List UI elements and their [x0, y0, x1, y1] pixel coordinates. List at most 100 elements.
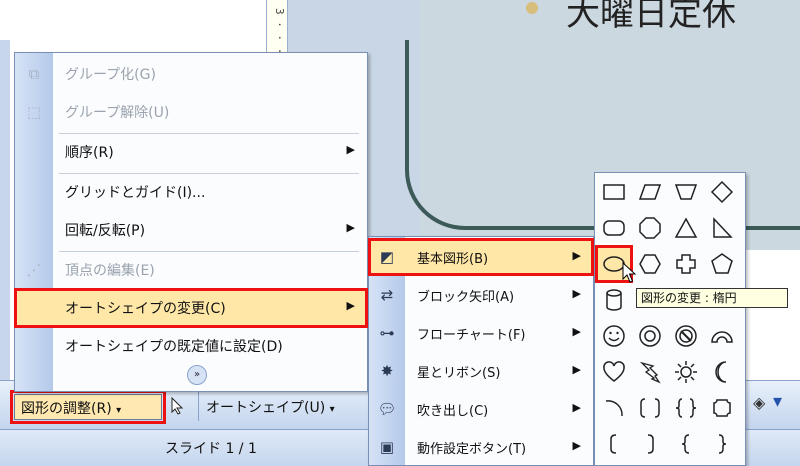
left-brace-shape[interactable] — [669, 427, 703, 461]
cross-icon — [676, 254, 696, 274]
menu-item-grid-guides[interactable]: グリッドとガイド(I)... — [15, 173, 367, 211]
submenu-arrow-icon: ▶ — [346, 221, 355, 234]
can-shape[interactable] — [597, 283, 631, 317]
double-chevron-down-icon[interactable]: » — [187, 365, 207, 385]
triangle-shape[interactable] — [669, 211, 703, 245]
rounded-rectangle-shape[interactable] — [597, 211, 631, 245]
submenu-item-basic-shapes[interactable]: ◩ 基本図形(B) ▶ — [368, 238, 594, 276]
shape-tooltip: 図形の変更 : 楕円 — [636, 288, 788, 308]
right-triangle-icon — [713, 217, 733, 238]
ungroup-icon: ⬚ — [26, 103, 42, 121]
right-brace-icon — [718, 434, 727, 454]
submenu-arrow-icon: ▶ — [572, 363, 581, 376]
right-triangle-shape[interactable] — [705, 211, 739, 245]
submenu-arrow-icon: ▶ — [572, 401, 581, 414]
slide-counter: スライド 1 / 1 — [165, 441, 257, 457]
pentagon-icon — [711, 253, 733, 274]
no-symbol-shape[interactable] — [669, 319, 703, 353]
submenu-item-stars-ribbons[interactable]: ✸ 星とリボン(S) ▶ — [369, 353, 593, 389]
pentagon-shape[interactable] — [705, 247, 739, 281]
pointer-icon — [171, 396, 184, 415]
hexagon-shape[interactable] — [633, 247, 667, 281]
smiley-face-icon — [603, 325, 625, 347]
submenu-arrow-icon: ▶ — [572, 249, 581, 262]
arc-shape[interactable] — [597, 391, 631, 425]
caret-down-icon: ▾ — [329, 404, 335, 415]
moon-shape[interactable] — [705, 355, 739, 389]
menu-item-group[interactable]: ⧉ グループ化(G) — [15, 55, 367, 93]
callouts-icon: 💬︎ — [377, 400, 397, 418]
mouse-cursor-icon — [622, 262, 636, 283]
lightning-bolt-icon — [639, 361, 661, 384]
submenu-arrow-icon: ▶ — [572, 287, 581, 300]
submenu-item-callouts[interactable]: 💬︎ 吹き出し(C) ▶ — [369, 391, 593, 427]
donut-shape[interactable] — [633, 319, 667, 353]
heart-shape[interactable] — [597, 355, 631, 389]
submenu-item-block-arrows[interactable]: ⇄ ブロック矢印(A) ▶ — [369, 277, 593, 313]
draw-menu-button[interactable]: 図形の調整(R) ▾ — [10, 390, 166, 424]
draw-menu-label: 図形の調整(R) — [21, 401, 112, 417]
autoshape-menu-button[interactable]: オートシェイプ(U) ▾ — [200, 394, 360, 420]
left-bracket-icon — [610, 434, 617, 454]
paint-bucket-icon: ◈ — [753, 393, 766, 412]
group-icon: ⧉ — [28, 65, 40, 83]
submenu-item-flowchart[interactable]: ⊶ フローチャート(F) ▶ — [369, 315, 593, 351]
fill-color-button[interactable]: ◈ ▾ — [745, 391, 800, 421]
menu-item-change-autoshape[interactable]: オートシェイプの変更(C) ▶ — [14, 288, 368, 328]
cross-shape[interactable] — [669, 247, 703, 281]
notes-pane — [745, 250, 800, 380]
octagon-shape[interactable] — [633, 211, 667, 245]
plaque-shape[interactable] — [705, 391, 739, 425]
slide-bullet — [526, 2, 538, 14]
submenu-item-label: 星とリボン(S) — [417, 366, 501, 381]
toolbar-separator — [198, 391, 199, 421]
change-autoshape-submenu: ◩ 基本図形(B) ▶ ⇄ ブロック矢印(A) ▶ ⊶ フローチャート(F) ▶… — [368, 236, 594, 466]
menu-item-label: 頂点の編集(E) — [65, 263, 155, 279]
block-arrows-icon: ⇄ — [380, 286, 394, 304]
menu-item-label: オートシェイプの変更(C) — [65, 301, 226, 317]
double-bracket-shape[interactable] — [633, 391, 667, 425]
menu-item-label: グリッドとガイド(I)... — [65, 185, 206, 201]
smiley-face-shape[interactable] — [597, 319, 631, 353]
no-symbol-icon — [675, 325, 697, 347]
menu-item-rotate-flip[interactable]: 回転/反転(P) ▶ — [15, 211, 367, 249]
parallelogram-icon — [638, 184, 662, 200]
submenu-item-label: 動作設定ボタン(T) — [417, 442, 527, 457]
left-brace-icon — [681, 434, 690, 454]
select-pointer-button[interactable] — [165, 394, 193, 420]
trapezoid-shape[interactable] — [669, 175, 703, 209]
slide-title-text[interactable]: 大曜日定休 — [566, 0, 736, 35]
sun-shape[interactable] — [669, 355, 703, 389]
right-bracket-icon — [647, 434, 654, 454]
left-bracket-shape[interactable] — [597, 427, 631, 461]
menu-item-edit-points[interactable]: ⋰ 頂点の編集(E) — [15, 251, 367, 289]
menu-item-label: 回転/反転(P) — [65, 223, 146, 239]
submenu-item-action-buttons[interactable]: ▣ 動作設定ボタン(T) ▶ — [369, 429, 593, 465]
hexagon-icon — [639, 254, 661, 274]
double-brace-shape[interactable] — [669, 391, 703, 425]
draw-menu: ⧉ グループ化(G) ⬚ グループ解除(U) 順序(R) ▶ グリッドとガイド(… — [14, 52, 368, 392]
lightning-bolt-shape[interactable] — [633, 355, 667, 389]
rectangle-shape[interactable] — [597, 175, 631, 209]
stars-ribbons-icon: ✸ — [380, 362, 394, 380]
right-bracket-shape[interactable] — [633, 427, 667, 461]
flowchart-icon: ⊶ — [379, 324, 395, 342]
rectangle-icon — [603, 184, 625, 200]
menu-item-label: グループ化(G) — [65, 67, 156, 83]
autoshape-menu-label: オートシェイプ(U) — [206, 400, 326, 416]
diamond-shape[interactable] — [705, 175, 739, 209]
donut-icon — [639, 325, 661, 347]
pane-edge — [0, 40, 10, 410]
block-arc-shape[interactable] — [705, 319, 739, 353]
submenu-item-label: 吹き出し(C) — [417, 404, 489, 419]
rounded-rectangle-icon — [603, 220, 625, 236]
parallelogram-shape[interactable] — [633, 175, 667, 209]
menu-item-label: オートシェイプの既定値に設定(D) — [65, 339, 283, 355]
menu-item-ungroup[interactable]: ⬚ グループ解除(U) — [15, 93, 367, 131]
submenu-arrow-icon: ▶ — [346, 143, 355, 156]
menu-item-set-autoshape-defaults[interactable]: オートシェイプの既定値に設定(D) — [15, 327, 367, 365]
arc-icon — [605, 400, 623, 417]
right-brace-shape[interactable] — [705, 427, 739, 461]
menu-item-order[interactable]: 順序(R) ▶ — [15, 133, 367, 171]
octagon-icon — [639, 217, 661, 239]
